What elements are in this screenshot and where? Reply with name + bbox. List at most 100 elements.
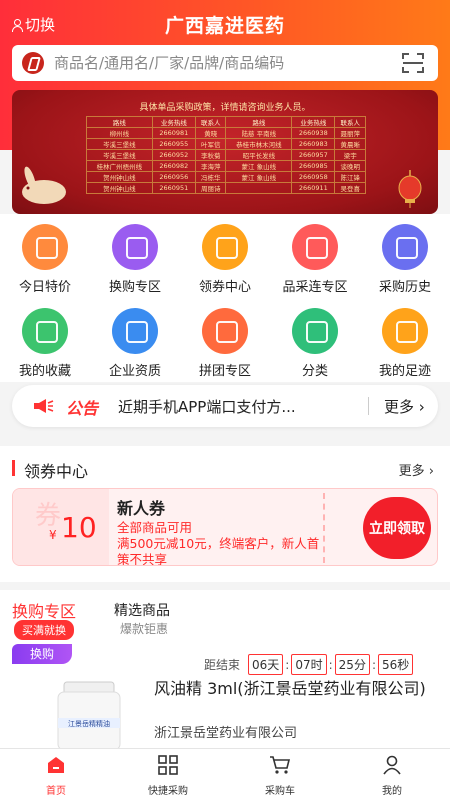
announcement-tag: 公告 (66, 399, 99, 418)
announcement-bar[interactable]: 公告 近期手机APP端口支付方... 更多 › (12, 385, 438, 427)
grid-item[interactable]: 今日特价 (5, 214, 85, 295)
banner-table-cell: 2660985 (291, 160, 336, 172)
banner-table-cell: 昭平长发线 (225, 149, 293, 161)
banner-table-cell: 2660983 (291, 138, 336, 150)
banner-table-header: 联系人 (334, 116, 366, 128)
coupon-amount-panel: 券 ¥ 10 (13, 489, 109, 565)
banner-table-cell: 蒙江 象山线 (225, 160, 293, 172)
countdown-label: 距结束 (204, 658, 241, 672)
tab-home[interactable]: 首页 (0, 749, 112, 800)
banner-contact-table: 路线 业务热线 联系人 路线 业务热线 联系人 柳州线 2660981 黄晓 陆慈 平南线 266… (86, 116, 366, 194)
coupon-card[interactable]: 券 ¥ 10 新人券 全部商品可用 满500元减10元，终端客户，新人首 策不共… (12, 488, 438, 566)
banner-table-header: 路线 (225, 116, 293, 128)
countdown-days: 06天 (248, 654, 284, 675)
banner-table-row: 桂林广州梧州线 2660982 李海萍 蒙江 象山线 2660985 谈晚明 (86, 160, 366, 172)
tab-quick-purchase[interactable]: 快捷采购 (112, 749, 224, 800)
banner-table-cell: 梁宇 (334, 149, 366, 161)
grid-item[interactable]: 我的收藏 (5, 298, 85, 379)
tab-featured-products[interactable]: 精选商品 (114, 600, 170, 620)
tab-exchange-zone[interactable]: 换购专区 (12, 598, 76, 622)
grid-item-icon (382, 224, 428, 270)
banner-table-cell: 2660956 (151, 171, 196, 183)
banner-table-cell: 岑溪三堡线 (86, 138, 153, 150)
banner-table-cell: 柳州线 (86, 127, 153, 139)
announcement-more-link[interactable]: 更多 › (384, 396, 425, 417)
banner-table-header: 业务热线 (151, 116, 196, 128)
banner-table-cell: 2660911 (291, 182, 336, 194)
product-image[interactable]: 江景岳精精油 (34, 678, 144, 750)
grid-item[interactable]: 换购专区 (95, 214, 175, 295)
grid-item-icon (202, 224, 248, 270)
coupon-watermark: 券 (35, 501, 62, 531)
countdown-seconds: 56秒 (378, 654, 414, 675)
grid-item-label: 我的足迹 (378, 364, 431, 379)
feature-grid: 今日特价 换购专区 领券中心 品采连专区 采购历史我的收藏 企业资质 拼团专区 分类 我的足迹 (0, 214, 450, 382)
tab-profile-label: 我的 (382, 786, 402, 797)
cart-icon (270, 756, 291, 774)
product-company: 浙江景岳堂药业有限公司 (154, 726, 298, 741)
banner-table-cell: 2660938 (291, 127, 336, 139)
grid-item-icon (382, 308, 428, 354)
grid-item[interactable]: 我的足迹 (365, 298, 445, 379)
coupon-center-section: 领券中心 更多 › 券 ¥ 10 新人券 全部商品可用 满500元减10元，终端… (0, 446, 450, 582)
grid-item-icon (22, 308, 68, 354)
tab-cart[interactable]: 采购车 (224, 749, 336, 800)
scan-icon[interactable] (402, 53, 424, 73)
search-bar[interactable] (12, 45, 438, 81)
grid-item-label: 采购历史 (378, 280, 431, 295)
tab-profile[interactable]: 我的 (336, 749, 448, 800)
banner-table-cell: 2660952 (151, 149, 196, 161)
search-input[interactable] (54, 54, 374, 72)
coupon-title: 新人券 (117, 499, 166, 518)
countdown-hours: 07时 (291, 654, 327, 675)
grid-item-label: 品采连专区 (282, 280, 348, 295)
claim-coupon-button[interactable]: 立即领取 (363, 497, 431, 559)
section-title: 领券中心 (12, 458, 88, 482)
banner-table-cell: 2660982 (151, 160, 196, 172)
grid-item-label: 领券中心 (198, 280, 251, 295)
banner-table-cell: 吴登喜 (334, 182, 366, 194)
user-icon (383, 755, 401, 775)
coupon-more-link[interactable]: 更多 › (399, 460, 434, 479)
banner-table-cell: 谈晚明 (334, 160, 366, 172)
banner-table-cell: 陆慈 平南线 (225, 127, 293, 139)
banner-table-cell: 桂林广州梧州线 (86, 160, 153, 172)
countdown-minutes: 25分 (334, 654, 370, 675)
banner-table-cell: 周丽诗 (194, 182, 227, 194)
bottom-tab-bar: 首页 快捷采购 采购车 我的 (0, 748, 450, 800)
announcement-text[interactable]: 近期手机APP端口支付方... (118, 396, 358, 417)
banner-table-cell: 李秋菊 (194, 149, 227, 161)
tab-cart-label: 采购车 (265, 786, 295, 797)
tab-home-label: 首页 (46, 786, 66, 797)
tab-quick-purchase-label: 快捷采购 (148, 786, 188, 797)
banner-table-cell: 蒙江 象山线 (225, 171, 293, 183)
grid-item[interactable]: 分类 (275, 298, 355, 379)
grid-item-icon (292, 308, 338, 354)
megaphone-icon (34, 399, 54, 413)
grid-item[interactable]: 采购历史 (365, 214, 445, 295)
banner-table-cell: 贺州钟山线 (86, 171, 153, 183)
grid-item-label: 企业资质 (108, 364, 161, 379)
product-name[interactable]: 风油精 3ml(浙江景岳堂药业有限公司) (154, 678, 434, 700)
promo-banner[interactable]: 具体单品采购政策，详情请咨询业务人员。 路线 业务热线 联系人 路线 业务热线 联系人 柳… (12, 90, 438, 214)
banner-table-cell: 2660955 (151, 138, 196, 150)
grid-item-label: 分类 (301, 364, 328, 379)
coupon-perforation (323, 493, 341, 563)
banner-table-cell: 聂丽萍 (334, 127, 366, 139)
banner-table-row: 柳州线 2660981 黄晓 陆慈 平南线 2660938 聂丽萍 (86, 127, 366, 139)
grid-item[interactable]: 品采连专区 (275, 214, 355, 295)
grid-item[interactable]: 拼团专区 (185, 298, 265, 379)
banner-table-cell: 黄晓 (194, 127, 227, 139)
banner-table-cell: 岑溪三堡线 (86, 149, 153, 161)
grid-item[interactable]: 领券中心 (185, 214, 265, 295)
banner-table-header: 联系人 (194, 116, 227, 128)
banner-table-row: 岑溪三堡线 2660952 李秋菊 昭平长发线 2660957 梁宇 (86, 149, 366, 161)
banner-table-cell (225, 182, 293, 194)
banner-table-cell: 2660957 (291, 149, 336, 161)
banner-table-cell: 李海萍 (194, 160, 227, 172)
coupon-rule-cont: 策不共享 (117, 552, 168, 566)
grid-item[interactable]: 企业资质 (95, 298, 175, 379)
grid-item-label: 拼团专区 (198, 364, 251, 379)
banner-table-cell: 2660981 (151, 127, 196, 139)
banner-table-cell: 冯栋华 (194, 171, 227, 183)
